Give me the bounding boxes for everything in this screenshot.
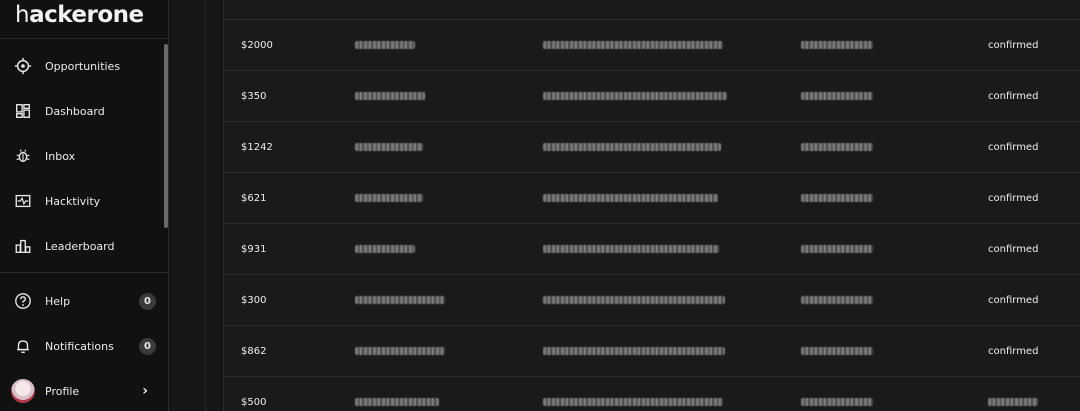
amount-cell: $931 bbox=[241, 243, 267, 255]
table-row[interactable]: $2000 confirmed bbox=[224, 20, 1080, 71]
status-cell: confirmed bbox=[988, 243, 1039, 255]
sidebar-item-label: Help bbox=[45, 294, 71, 308]
content-divider bbox=[205, 0, 206, 411]
redacted-type bbox=[801, 377, 873, 411]
table-row[interactable]: $621 confirmed bbox=[224, 173, 1080, 224]
amount-cell: $621 bbox=[241, 192, 267, 204]
status-cell: confirmed bbox=[988, 345, 1039, 357]
table-row[interactable]: $350 confirmed bbox=[224, 71, 1080, 122]
amount-cell: $300 bbox=[241, 294, 267, 306]
redacted-type bbox=[801, 20, 873, 70]
sidebar-item-label: Inbox bbox=[45, 149, 76, 163]
sidebar-item-profile[interactable]: Profile › bbox=[0, 371, 162, 411]
redacted-report bbox=[543, 224, 719, 274]
redacted-date bbox=[355, 326, 445, 376]
help-count-badge: 0 bbox=[139, 292, 156, 310]
redacted-report bbox=[543, 20, 723, 70]
redacted-type bbox=[801, 122, 873, 172]
dashboard-icon bbox=[13, 101, 33, 121]
redacted-date bbox=[355, 377, 439, 411]
avatar bbox=[11, 379, 35, 403]
amount-cell: $862 bbox=[241, 345, 267, 357]
logo-text-part: acker bbox=[29, 2, 98, 28]
table-row[interactable]: $862 confirmed bbox=[224, 326, 1080, 377]
redacted-date bbox=[355, 173, 423, 223]
status-cell: confirmed bbox=[988, 192, 1039, 204]
amount-cell: $1242 bbox=[241, 141, 273, 153]
status-cell: confirmed bbox=[988, 90, 1039, 102]
sidebar-item-help[interactable]: Help 0 bbox=[0, 281, 162, 321]
status-cell: confirmed bbox=[988, 39, 1039, 51]
help-icon bbox=[13, 291, 33, 311]
redacted-type bbox=[801, 275, 873, 325]
sidebar-item-label: Opportunities bbox=[45, 59, 121, 73]
redacted-report bbox=[543, 122, 721, 172]
redacted-report bbox=[543, 173, 718, 223]
redacted-date bbox=[355, 71, 425, 121]
chevron-right-icon: › bbox=[142, 383, 148, 399]
redacted-type bbox=[801, 71, 873, 121]
sidebar-item-label: Hacktivity bbox=[45, 194, 101, 208]
sidebar-divider bbox=[0, 38, 169, 39]
redacted-type bbox=[801, 224, 873, 274]
status-cell: confirmed bbox=[988, 294, 1039, 306]
redacted-date bbox=[355, 122, 423, 172]
redacted-report bbox=[543, 377, 723, 411]
table-row[interactable]: $931 confirmed bbox=[224, 224, 1080, 275]
redacted-report bbox=[543, 275, 725, 325]
sidebar-divider bbox=[0, 272, 169, 273]
payouts-table: $2000 confirmed $350 confirmed $1242 con… bbox=[223, 0, 1080, 411]
amount-cell: $2000 bbox=[241, 39, 273, 51]
activity-icon bbox=[13, 191, 33, 211]
redacted-report bbox=[543, 71, 727, 121]
amount-cell: $350 bbox=[241, 90, 267, 102]
sidebar-scrollbar[interactable] bbox=[164, 44, 168, 228]
redacted-type bbox=[801, 173, 873, 223]
redacted-type bbox=[801, 326, 873, 376]
sidebar-item-dashboard[interactable]: Dashboard bbox=[0, 91, 162, 131]
status-cell: confirmed bbox=[988, 141, 1039, 153]
sidebar-item-opportunities[interactable]: Opportunities bbox=[0, 46, 162, 86]
sidebar-item-hacktivity[interactable]: Hacktivity bbox=[0, 181, 162, 221]
table-row bbox=[224, 0, 1080, 20]
leaderboard-icon bbox=[13, 236, 33, 256]
sidebar-item-label: Dashboard bbox=[45, 104, 105, 118]
redacted-date bbox=[355, 20, 415, 70]
sidebar-item-label: Profile bbox=[45, 384, 80, 398]
sidebar-item-leaderboard[interactable]: Leaderboard bbox=[0, 226, 162, 266]
sidebar-item-inbox[interactable]: Inbox bbox=[0, 136, 162, 176]
sidebar-item-label: Notifications bbox=[45, 339, 114, 353]
redacted-status bbox=[988, 377, 1038, 411]
bell-icon bbox=[13, 336, 33, 356]
sidebar-item-notifications[interactable]: Notifications 0 bbox=[0, 326, 162, 366]
logo-text-part: h bbox=[15, 2, 30, 28]
logo-text-part: one bbox=[97, 2, 144, 28]
sidebar-item-label: Leaderboard bbox=[45, 239, 115, 253]
table-row[interactable]: $500 bbox=[224, 377, 1080, 411]
redacted-date bbox=[355, 224, 415, 274]
redacted-report bbox=[543, 326, 725, 376]
amount-cell: $500 bbox=[241, 396, 267, 408]
notifications-count-badge: 0 bbox=[139, 337, 156, 355]
table-row[interactable]: $300 confirmed bbox=[224, 275, 1080, 326]
bug-icon bbox=[13, 146, 33, 166]
hackerone-logo[interactable]: hackerone bbox=[15, 2, 144, 28]
table-row[interactable]: $1242 confirmed bbox=[224, 122, 1080, 173]
redacted-date bbox=[355, 275, 445, 325]
target-icon bbox=[13, 56, 33, 76]
sidebar: hackerone Opportunities Dashboard Inbox … bbox=[0, 0, 169, 411]
